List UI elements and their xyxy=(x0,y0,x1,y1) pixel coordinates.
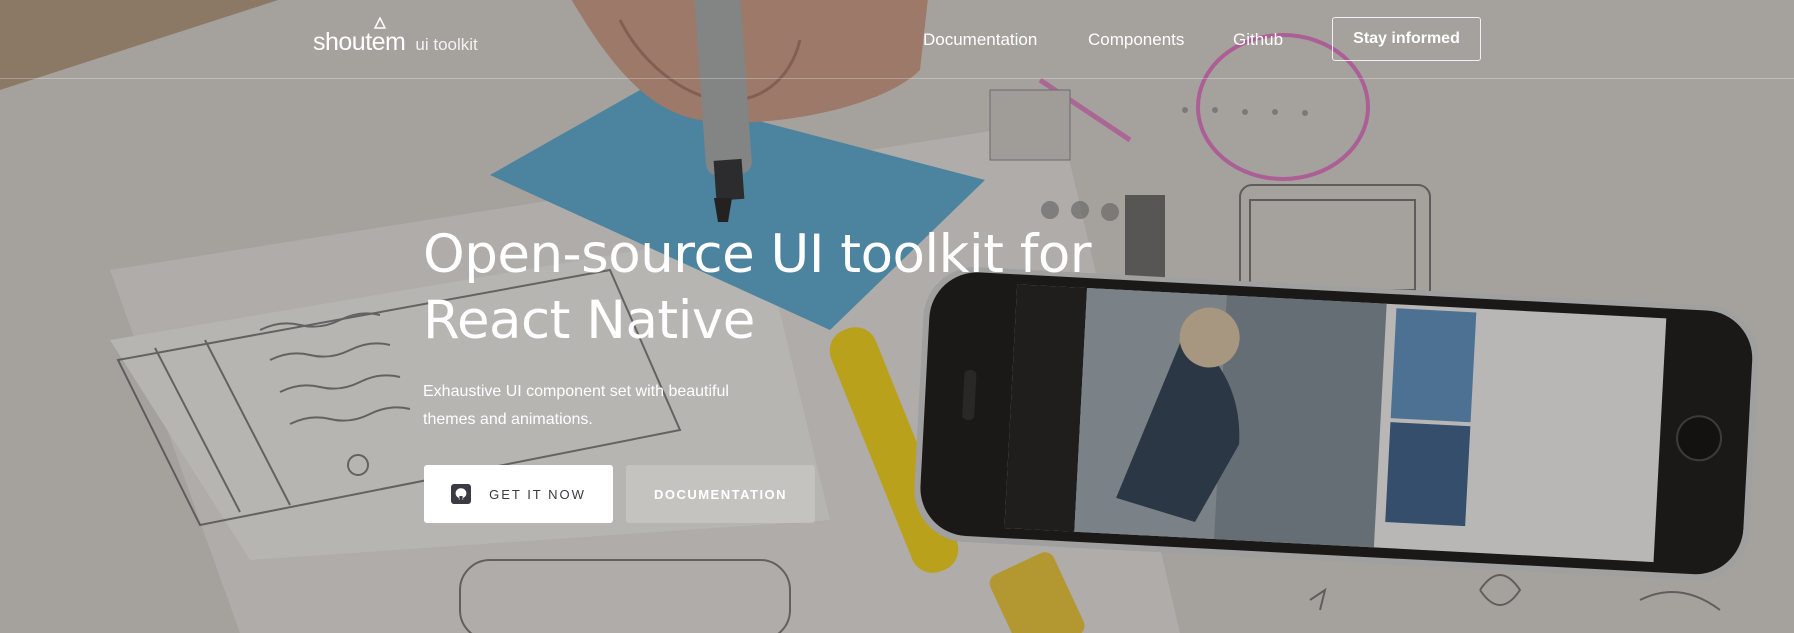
hero-subtext-line2: themes and animations. xyxy=(423,411,593,428)
get-it-now-button[interactable]: GET IT NOW xyxy=(424,465,613,523)
logo-wordmark: shoutem xyxy=(313,28,406,56)
hero-headline-line1: Open-source UI toolkit for xyxy=(423,224,1092,285)
logo[interactable]: shoutem ui toolkit xyxy=(313,16,478,57)
logo-subtitle: ui toolkit xyxy=(415,35,478,54)
nav-github[interactable]: Github xyxy=(1233,30,1283,50)
hero-subtext-line1: Exhaustive UI component set with beautif… xyxy=(423,383,729,400)
nav-documentation[interactable]: Documentation xyxy=(923,30,1037,50)
documentation-button[interactable]: DOCUMENTATION xyxy=(626,465,815,523)
hero-headline-line2: React Native xyxy=(423,290,755,351)
github-icon xyxy=(451,484,472,504)
get-it-now-label: GET IT NOW xyxy=(489,486,586,502)
nav-components[interactable]: Components xyxy=(1088,30,1184,50)
hero-subtext: Exhaustive UI component set with beautif… xyxy=(423,378,763,434)
stay-informed-button[interactable]: Stay informed xyxy=(1332,17,1481,61)
logo-speech-icon xyxy=(373,16,387,29)
hero-headline: Open-source UI toolkit for React Native xyxy=(423,222,1123,354)
site-header: shoutem ui toolkit Documentation Compone… xyxy=(0,0,1794,79)
